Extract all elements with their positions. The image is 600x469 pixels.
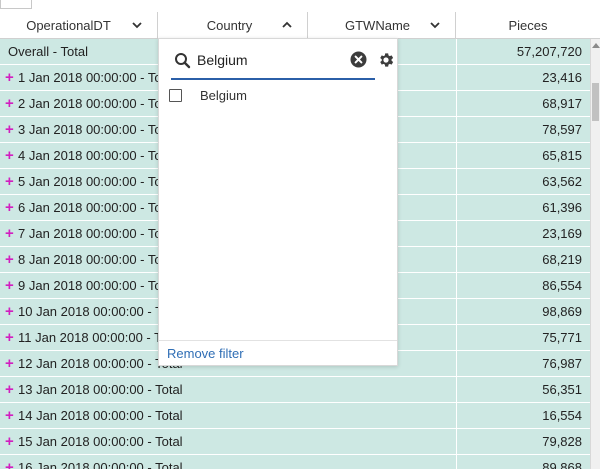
column-header-operationaldt[interactable]: OperationalDT [0, 12, 158, 38]
row-value: 76,987 [542, 356, 582, 371]
expand-plus-icon[interactable]: + [5, 377, 14, 402]
row-label: 9 Jan 2018 00:00:00 - Total [18, 278, 176, 293]
row-label: 3 Jan 2018 00:00:00 - Total [18, 122, 176, 137]
cell-divider [456, 117, 457, 143]
row-label: 2 Jan 2018 00:00:00 - Total [18, 96, 176, 111]
expand-plus-icon[interactable]: + [5, 429, 14, 454]
cell-divider [456, 403, 457, 429]
row-value: 78,597 [542, 122, 582, 137]
column-header-pieces[interactable]: Pieces [456, 12, 600, 38]
column-header-label: Country [206, 17, 253, 33]
row-value: 65,815 [542, 148, 582, 163]
cell-divider [456, 247, 457, 273]
cell-divider [456, 143, 457, 169]
row-value: 98,869 [542, 304, 582, 319]
row-value: 61,396 [542, 200, 582, 215]
cell-divider [456, 377, 457, 403]
row-label: 8 Jan 2018 00:00:00 - Total [18, 252, 176, 267]
expand-plus-icon[interactable]: + [5, 143, 14, 168]
filter-option-label: Belgium [200, 88, 247, 103]
expand-plus-icon[interactable]: + [5, 299, 14, 324]
table-row[interactable]: +15 Jan 2018 00:00:00 - Total 79,828 [0, 429, 590, 455]
pivot-table-view: OperationalDT Country GTWName Pieces Ove… [0, 0, 600, 469]
row-value: 56,351 [542, 382, 582, 397]
expand-plus-icon[interactable]: + [5, 65, 14, 90]
row-value: 68,219 [542, 252, 582, 267]
row-label: 5 Jan 2018 00:00:00 - Total [18, 174, 176, 189]
column-header-label: Pieces [508, 17, 548, 33]
expand-plus-icon[interactable]: + [5, 169, 14, 194]
expand-plus-icon[interactable]: + [5, 403, 14, 428]
row-label: Overall - Total [8, 44, 88, 59]
expand-plus-icon[interactable]: + [5, 273, 14, 298]
cell-divider [456, 39, 457, 65]
expand-plus-icon[interactable]: + [5, 221, 14, 246]
row-label: 4 Jan 2018 00:00:00 - Total [18, 148, 176, 163]
popup-footer-divider [159, 340, 397, 341]
cell-divider [456, 221, 457, 247]
search-icon [175, 53, 191, 69]
cell-divider [456, 169, 457, 195]
gear-icon[interactable] [377, 51, 395, 69]
row-value: 16,554 [542, 408, 582, 423]
expand-plus-icon[interactable]: + [5, 117, 14, 142]
scroll-up-arrow-icon[interactable] [592, 43, 600, 48]
search-underline [171, 78, 375, 80]
cell-divider [456, 65, 457, 91]
row-label: 13 Jan 2018 00:00:00 - Total [18, 382, 183, 397]
row-label: 16 Jan 2018 00:00:00 - Total [18, 460, 183, 469]
column-header-row: OperationalDT Country GTWName Pieces [0, 12, 600, 39]
row-value: 79,828 [542, 434, 582, 449]
cell-divider [456, 91, 457, 117]
cell-divider [456, 351, 457, 377]
filter-option-belgium[interactable]: Belgium [167, 88, 387, 108]
expand-plus-icon[interactable]: + [5, 325, 14, 350]
cell-divider [456, 299, 457, 325]
remove-filter-link[interactable]: Remove filter [167, 346, 244, 362]
row-value: 23,416 [542, 70, 582, 85]
row-value: 68,917 [542, 96, 582, 111]
column-header-label: OperationalDT [26, 17, 111, 33]
expand-plus-icon[interactable]: + [5, 351, 14, 376]
row-value: 89,868 [542, 460, 582, 469]
row-value: 23,169 [542, 226, 582, 241]
filter-option-checkbox[interactable] [169, 89, 182, 102]
table-row[interactable]: +14 Jan 2018 00:00:00 - Total 16,554 [0, 403, 590, 429]
table-row[interactable]: +13 Jan 2018 00:00:00 - Total 56,351 [0, 377, 590, 403]
country-filter-popup: Belgium Remove filter [158, 38, 398, 366]
cell-divider [456, 429, 457, 455]
row-label: 7 Jan 2018 00:00:00 - Total [18, 226, 176, 241]
table-row[interactable]: +16 Jan 2018 00:00:00 - Total 89,868 [0, 455, 590, 469]
column-header-country[interactable]: Country [158, 12, 308, 38]
expand-plus-icon[interactable]: + [5, 91, 14, 116]
column-header-gtwname[interactable]: GTWName [308, 12, 456, 38]
column-header-label: GTWName [345, 17, 410, 33]
chevron-down-icon[interactable] [429, 19, 441, 31]
row-label: 15 Jan 2018 00:00:00 - Total [18, 434, 183, 449]
cell-divider [456, 195, 457, 221]
expand-plus-icon[interactable]: + [5, 247, 14, 272]
vertical-scrollbar[interactable] [590, 39, 600, 469]
row-value: 75,771 [542, 330, 582, 345]
expand-plus-icon[interactable]: + [5, 455, 14, 469]
cell-divider [456, 273, 457, 299]
scrollbar-thumb[interactable] [592, 83, 599, 121]
row-label: 1 Jan 2018 00:00:00 - Total [18, 70, 176, 85]
row-label: 6 Jan 2018 00:00:00 - Total [18, 200, 176, 215]
top-tab[interactable] [0, 0, 32, 9]
cell-divider [456, 325, 457, 351]
cell-divider [456, 455, 457, 469]
top-strip [0, 0, 600, 12]
filter-search-input[interactable] [197, 49, 347, 71]
chevron-down-icon[interactable] [131, 19, 143, 31]
row-value: 63,562 [542, 174, 582, 189]
row-label: 14 Jan 2018 00:00:00 - Total [18, 408, 183, 423]
row-value: 57,207,720 [516, 44, 582, 59]
clear-circle-icon[interactable] [350, 51, 367, 68]
chevron-up-icon[interactable] [281, 19, 293, 31]
row-value: 86,554 [542, 278, 582, 293]
expand-plus-icon[interactable]: + [5, 195, 14, 220]
